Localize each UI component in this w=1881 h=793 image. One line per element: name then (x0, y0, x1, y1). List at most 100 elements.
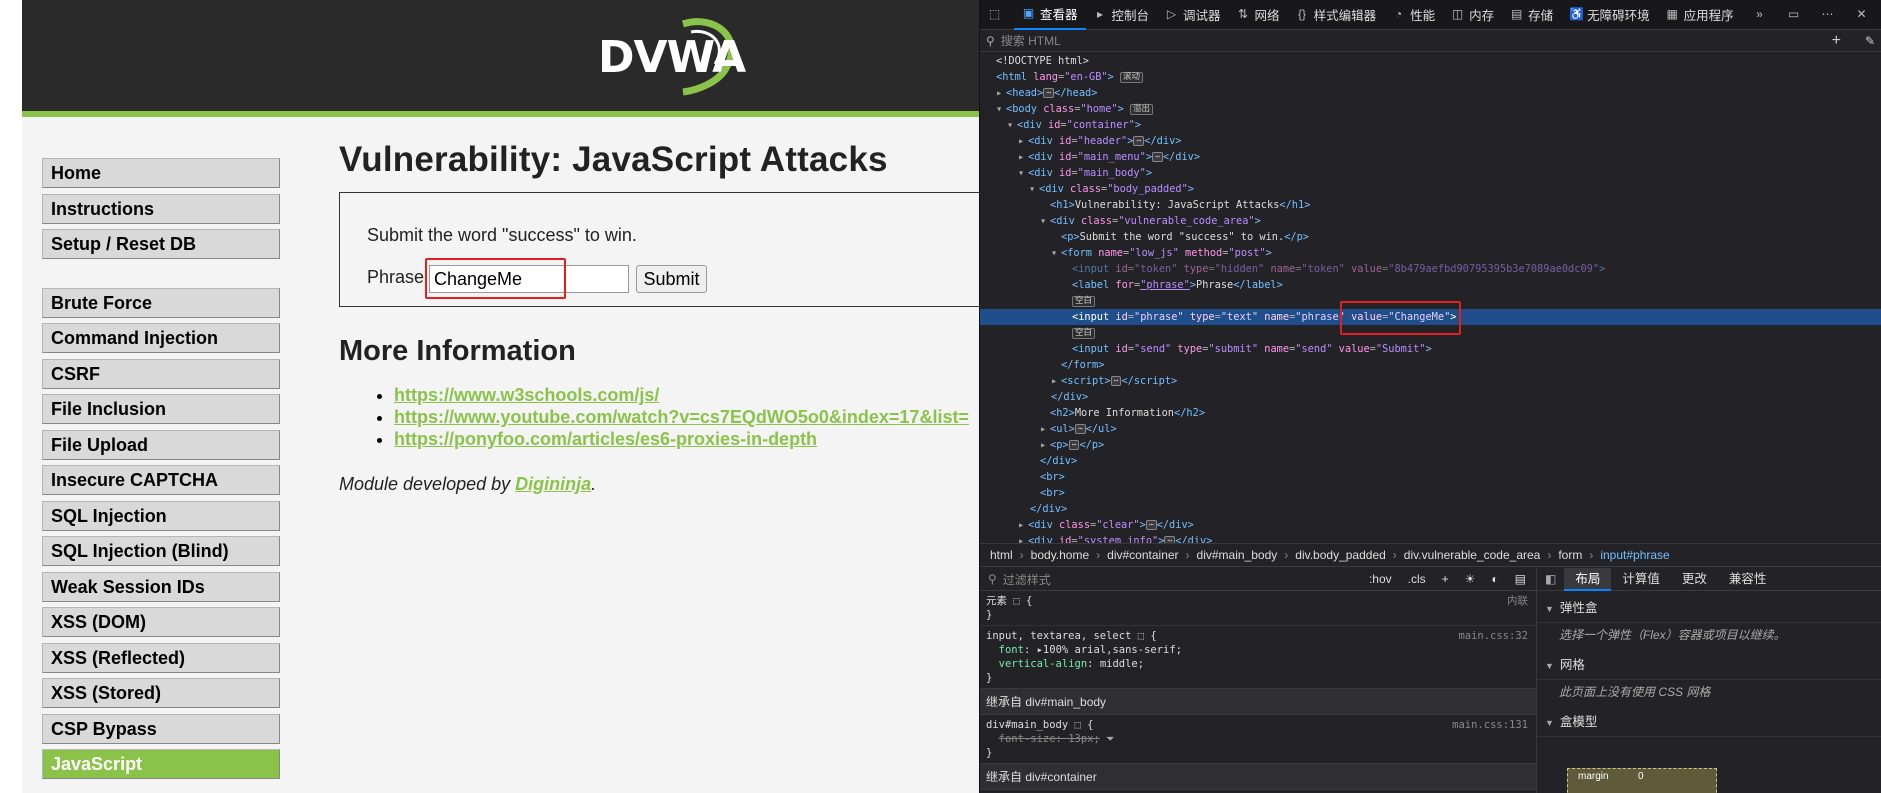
menu-item-file-upload[interactable]: File Upload (42, 429, 280, 460)
collapse-triangle-icon[interactable]: ▾ (1051, 245, 1061, 261)
css-rule-main-body[interactable]: div#main_body ⬚ { main.css:131 font-size… (980, 715, 1536, 763)
menu-item-file-inclusion[interactable]: File Inclusion (42, 394, 280, 424)
tree-line[interactable]: ▸ <ul> ⋯ </ul> (980, 421, 1881, 437)
expand-triangle-icon[interactable]: ▸ (1018, 149, 1028, 165)
menu-item-xss-reflected[interactable]: XSS (Reflected) (42, 642, 280, 673)
tree-line[interactable]: ▸ <p> ⋯ </p> (980, 437, 1881, 453)
expand-triangle-icon[interactable]: ▸ (1018, 517, 1028, 533)
link-ponyfoo[interactable]: https://ponyfoo.com/articles/es6-proxies… (394, 429, 817, 449)
tree-line[interactable]: <h2>More Information</h2> (980, 405, 1881, 421)
expand-triangle-icon[interactable]: ▸ (996, 85, 1006, 101)
dvwa-logo[interactable]: DVWA (595, 18, 746, 96)
link-w3schools[interactable]: https://www.w3schools.com/js/ (394, 385, 659, 405)
css-rule-input[interactable]: input, textarea, select ⬚ { main.css:32 … (980, 625, 1536, 688)
rule-prop-name[interactable]: vertical-align (999, 658, 1088, 670)
layout-tab[interactable]: 兼容性 (1718, 568, 1778, 591)
tab-style-editor[interactable]: {} 样式编辑器 (1288, 0, 1385, 30)
tab-console[interactable]: ▸ 控制台 (1086, 0, 1158, 30)
menu-item-brute-force[interactable]: Brute Force (42, 287, 280, 318)
menu-item-sql-injection[interactable]: SQL Injection (42, 500, 280, 531)
collapse-triangle-icon[interactable]: ▾ (1040, 213, 1050, 229)
tab-memory[interactable]: ◫ 内存 (1443, 0, 1502, 30)
link-youtube[interactable]: https://www.youtube.com/watch?v=cs7EQdWO… (394, 407, 969, 427)
breadcrumb-item[interactable]: body.home (1031, 548, 1089, 562)
breadcrumb-item[interactable]: html (990, 548, 1013, 562)
rule-source-link[interactable]: main.css:32 (1458, 629, 1528, 643)
tree-line[interactable]: </div> (980, 501, 1881, 517)
whitespace-badge[interactable]: 空白 (1072, 327, 1096, 339)
collapse-triangle-icon[interactable]: ▾ (1018, 165, 1028, 181)
tree-line[interactable]: <br> (980, 485, 1881, 501)
rule-prop-value[interactable]: middle (1100, 658, 1138, 670)
tree-line[interactable]: ▾ <div id="container"> (980, 117, 1881, 133)
element-picker-button[interactable]: ⬚ (980, 0, 1014, 30)
tree-line[interactable]: ▸ <div class="clear"> ⋯ </div> (980, 517, 1881, 533)
rule-prop-name[interactable]: font (999, 644, 1024, 656)
print-icon[interactable]: ▤ (1515, 572, 1526, 586)
collapse-triangle-icon[interactable]: ▾ (996, 101, 1006, 117)
tree-line[interactable]: ▸ <div id="system_info"> ⋯ </div> (980, 533, 1881, 543)
tree-line[interactable]: <!DOCTYPE html> (980, 53, 1881, 69)
tree-line[interactable]: <p>Submit the word "success" to win.</p> (980, 229, 1881, 245)
html-search-bar[interactable]: ⚲ 搜索 HTML + ✎ (980, 30, 1881, 52)
whitespace-badge[interactable]: 空白 (1072, 295, 1096, 307)
cls-toggle[interactable]: .cls (1408, 572, 1426, 586)
breadcrumb-item[interactable]: input#phrase (1600, 548, 1669, 562)
menu-item-csrf[interactable]: CSRF (42, 358, 280, 389)
menu-item-home[interactable]: Home (42, 158, 280, 188)
tab-application[interactable]: ▦ 应用程序 (1658, 0, 1742, 30)
menu-item-xss-stored[interactable]: XSS (Stored) (42, 678, 280, 708)
tree-line[interactable]: ▾ <form name="low_js" method="post"> (980, 245, 1881, 261)
collapse-triangle-icon[interactable]: ▾ (1029, 181, 1039, 197)
tree-line[interactable]: <html lang="en-GB"> 滚动 (980, 69, 1881, 85)
tree-line[interactable]: ▸ <script> ⋯ </script> (980, 373, 1881, 389)
expand-triangle-icon[interactable]: ▸ (1051, 373, 1061, 389)
boxmodel-margin[interactable]: margin 0 (1567, 768, 1717, 793)
breadcrumb-item[interactable]: div.body_padded (1295, 548, 1386, 562)
menu-item-sql-injection-blind[interactable]: SQL Injection (Blind) (42, 536, 280, 566)
layout-tab[interactable]: 布局 (1564, 567, 1612, 591)
expand-triangle-icon[interactable]: ▸ (1018, 133, 1028, 149)
layout-tab[interactable]: 更改 (1671, 568, 1718, 591)
tab-debugger[interactable]: ▷ 调试器 (1157, 0, 1229, 30)
menu-item-xss-dom[interactable]: XSS (DOM) (42, 607, 280, 637)
more-tabs-button[interactable]: » (1745, 0, 1779, 30)
filter-funnel-icon[interactable]: ⏷ (1106, 733, 1114, 745)
light-mode-icon[interactable]: ☀ (1465, 572, 1476, 586)
tree-line[interactable]: </div> (980, 389, 1881, 405)
tree-line[interactable]: <input id="token" type="hidden" name="to… (980, 261, 1881, 277)
rule-prop-value[interactable]: 100% arial,sans-serif (1043, 644, 1176, 656)
expand-triangle-icon[interactable]: ▸ (1040, 437, 1050, 453)
digininja-link[interactable]: Digininja (515, 474, 591, 494)
expand-triangle-icon[interactable]: ▸ (1040, 421, 1050, 437)
tree-line[interactable]: ▾ <body class="home"> 溢出 (980, 101, 1881, 117)
scroll-badge[interactable]: 滚动 (1120, 71, 1144, 83)
add-node-icon[interactable]: + (1832, 32, 1841, 50)
menu-item-instructions[interactable]: Instructions (42, 193, 280, 224)
dark-mode-icon[interactable]: ◐ (1491, 572, 1498, 586)
tree-line[interactable]: ▸ <head> ⋯ </head> (980, 85, 1881, 101)
layout-tab[interactable]: 计算值 (1611, 568, 1671, 591)
dock-button[interactable]: ▭ (1779, 0, 1813, 30)
overridden-prop[interactable]: font-size: 13px; (999, 733, 1100, 745)
collapse-triangle-icon[interactable]: ▾ (1007, 117, 1017, 133)
tab-inspector[interactable]: ▣ 查看器 (1014, 0, 1086, 30)
sidebar-toggle-icon[interactable]: ◧ (1537, 572, 1564, 586)
menu-item-weak-session-ids[interactable]: Weak Session IDs (42, 571, 280, 602)
tree-line[interactable]: ▸ <div id="main_menu"> ⋯ </div> (980, 149, 1881, 165)
boxmodel-section-header[interactable]: ▼ 盒模型 (1537, 705, 1881, 737)
tab-network[interactable]: ⇅ 网络 (1229, 0, 1288, 30)
menu-item-insecure-captcha[interactable]: Insecure CAPTCHA (42, 465, 280, 495)
tree-line[interactable]: </div> (980, 453, 1881, 469)
tree-line[interactable]: <input id="send" type="submit" name="sen… (980, 341, 1881, 357)
devtools-menu-button[interactable]: ⋯ (1813, 0, 1847, 30)
add-rule-icon[interactable]: + (1442, 572, 1449, 586)
tree-line[interactable]: ▸ <div id="header"> ⋯ </div> (980, 133, 1881, 149)
tab-accessibility[interactable]: ♿ 无障碍环境 (1561, 0, 1658, 30)
overflow-badge[interactable]: 溢出 (1130, 103, 1154, 115)
tree-line[interactable]: ▾ <div id="main_body"> (980, 165, 1881, 181)
menu-item-setup-reset-db[interactable]: Setup / Reset DB (42, 229, 280, 259)
eyedropper-icon[interactable]: ✎ (1865, 34, 1875, 48)
breadcrumb-item[interactable]: div#main_body (1197, 548, 1278, 562)
element-rule[interactable]: 元素 ⬚ { 内联} (980, 591, 1536, 625)
